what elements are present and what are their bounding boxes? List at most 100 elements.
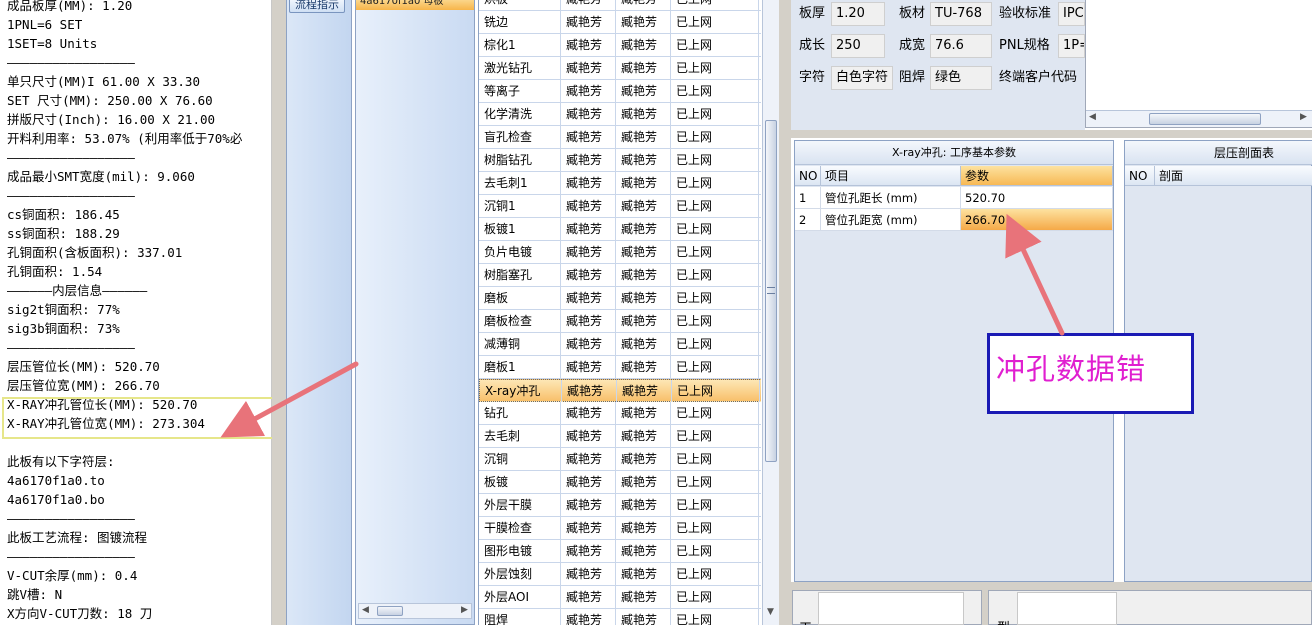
- table-cell-step: 化学清洗: [479, 103, 561, 125]
- table-row[interactable]: 减薄铜 臧艳芳 臧艳芳 已上网: [479, 333, 761, 356]
- table-row[interactable]: 去毛刺1 臧艳芳 臧艳芳 已上网: [479, 172, 761, 195]
- length-field[interactable]: 250: [831, 34, 885, 58]
- table-row[interactable]: 沉铜1 臧艳芳 臧艳芳 已上网: [479, 195, 761, 218]
- table-row-selected[interactable]: X-ray冲孔 臧艳芳 臧艳芳 已上网: [479, 379, 761, 402]
- table-row[interactable]: 干膜检查 臧艳芳 臧艳芳 已上网: [479, 517, 761, 540]
- col-header-item[interactable]: 项目: [821, 166, 961, 186]
- standard-label: 验收标准: [999, 6, 1052, 21]
- table-cell-person: 臧艳芳: [561, 11, 616, 33]
- table-row[interactable]: 外层AOI 臧艳芳 臧艳芳 已上网: [479, 586, 761, 609]
- table-row[interactable]: 钻孔 臧艳芳 臧艳芳 已上网: [479, 402, 761, 425]
- process-grid-vscrollbar[interactable]: ▼: [762, 0, 779, 625]
- table-row[interactable]: 等离子 臧艳芳 臧艳芳 已上网: [479, 80, 761, 103]
- log-line: ss铜面积: 188.29: [7, 226, 120, 241]
- scroll-left-icon[interactable]: ◀: [1089, 112, 1096, 122]
- table-row[interactable]: 树脂钻孔 臧艳芳 臧艳芳 已上网: [479, 149, 761, 172]
- table-cell-checker: 臧艳芳: [616, 333, 671, 355]
- mask-field[interactable]: 绿色: [930, 66, 992, 90]
- right-hscrollbar[interactable]: ◀ ▶: [1086, 110, 1312, 127]
- table-cell-item: 管位孔距宽 (mm): [821, 209, 961, 231]
- col-header-section[interactable]: 剖面: [1155, 166, 1312, 186]
- table-row[interactable]: 激光钻孔 臧艳芳 臧艳芳 已上网: [479, 57, 761, 80]
- table-cell-checker: 臧艳芳: [616, 517, 671, 539]
- table-row[interactable]: 烘板臧艳芳臧艳芳已上网: [479, 0, 761, 11]
- thickness-field[interactable]: 1.20: [831, 2, 885, 26]
- table-cell-step: 图形电镀: [479, 540, 561, 562]
- bottom-text-area[interactable]: [818, 592, 964, 625]
- table-row[interactable]: 磨板 臧艳芳 臧艳芳 已上网: [479, 287, 761, 310]
- order-list[interactable]: [355, 0, 475, 625]
- bottom-text-area-2[interactable]: [1017, 592, 1117, 625]
- table-row[interactable]: 图形电镀 臧艳芳 臧艳芳 已上网: [479, 540, 761, 563]
- table-row[interactable]: 磨板1 臧艳芳 臧艳芳 已上网: [479, 356, 761, 379]
- table-row[interactable]: 阻焊 臧艳芳 臧艳芳 已上网: [479, 609, 761, 625]
- log-line: 开料利用率: 53.07% (利用率低于70%必: [7, 131, 243, 146]
- splitter[interactable]: [791, 130, 1312, 138]
- material-field[interactable]: TU-768: [930, 2, 992, 26]
- order-list-hscrollbar[interactable]: ◀ ▶: [358, 603, 472, 619]
- table-cell-status: 已上网: [671, 333, 759, 355]
- standard-field[interactable]: IPC: [1058, 2, 1085, 26]
- log-line: 跳V槽: N: [7, 587, 63, 602]
- table-row[interactable]: 板镀1 臧艳芳 臧艳芳 已上网: [479, 218, 761, 241]
- log-text-panel[interactable]: 成品板厚(MM): 1.20 1PNL=6 SET 1SET=8 Units ————…: [0, 0, 272, 625]
- table-cell-checker: 臧艳芳: [616, 57, 671, 79]
- table-cell-step: 磨板检查: [479, 310, 561, 332]
- log-line: —————————————————: [7, 549, 135, 564]
- log-line: —————————————————: [7, 188, 135, 203]
- pnl-field[interactable]: 1P=: [1058, 34, 1085, 58]
- col-header-no[interactable]: NO: [795, 166, 821, 186]
- mask-label: 阻焊: [899, 70, 926, 85]
- table-cell-step: 去毛刺1: [479, 172, 561, 194]
- table-cell-status: 已上网: [671, 471, 759, 493]
- table-cell-checker: 臧艳芳: [616, 563, 671, 585]
- scroll-right-icon[interactable]: ▶: [461, 605, 468, 615]
- splitter[interactable]: [272, 0, 286, 625]
- order-list-item-selected[interactable]: 4a6170f1a0 母板: [356, 0, 474, 10]
- table-row[interactable]: 磨板检查 臧艳芳 臧艳芳 已上网: [479, 310, 761, 333]
- scroll-left-icon[interactable]: ◀: [362, 605, 369, 615]
- process-guide-button[interactable]: 流程指示: [289, 0, 345, 13]
- log-line: 孔铜面积: 1.54: [7, 264, 103, 279]
- table-cell-person: 臧艳芳: [561, 0, 616, 10]
- log-line: 4a6170f1a0.bo: [7, 492, 105, 507]
- table-cell-checker: 臧艳芳: [616, 310, 671, 332]
- table-row[interactable]: 树脂塞孔 臧艳芳 臧艳芳 已上网: [479, 264, 761, 287]
- col-header-no[interactable]: NO: [1125, 166, 1155, 186]
- table-row[interactable]: 去毛刺 臧艳芳 臧艳芳 已上网: [479, 425, 761, 448]
- table-cell-checker: 臧艳芳: [617, 380, 672, 402]
- col-header-param[interactable]: 参数: [961, 166, 1113, 186]
- char-field[interactable]: 白色字符: [831, 66, 893, 90]
- width-field[interactable]: 76.6: [930, 34, 992, 58]
- table-row[interactable]: 外层蚀刻 臧艳芳 臧艳芳 已上网: [479, 563, 761, 586]
- annotation-text: 冲孔数据错: [996, 352, 1147, 386]
- scroll-thumb[interactable]: [377, 606, 403, 616]
- table-row[interactable]: 盲孔检查 臧艳芳 臧艳芳 已上网: [479, 126, 761, 149]
- table-row[interactable]: 板镀 臧艳芳 臧艳芳 已上网: [479, 471, 761, 494]
- table-row[interactable]: 负片电镀 臧艳芳 臧艳芳 已上网: [479, 241, 761, 264]
- table-row[interactable]: 铣边 臧艳芳 臧艳芳 已上网: [479, 11, 761, 34]
- highlight-box: [2, 397, 278, 439]
- table-row[interactable]: 沉铜 臧艳芳 臧艳芳 已上网: [479, 448, 761, 471]
- table-cell-status: 已上网: [671, 34, 759, 56]
- pnl-label: PNL规格: [999, 38, 1050, 53]
- scroll-thumb[interactable]: [1149, 113, 1261, 125]
- table-cell-checker: 臧艳芳: [616, 448, 671, 470]
- right-top-list[interactable]: [1085, 0, 1312, 128]
- table-row[interactable]: 化学清洗 臧艳芳 臧艳芳 已上网: [479, 103, 761, 126]
- table-cell-person: 臧艳芳: [561, 149, 616, 171]
- customer-label: 终端客户代码: [999, 70, 1078, 85]
- layer-stack-title: 层压剖面表: [1125, 141, 1312, 165]
- table-row[interactable]: 外层干膜 臧艳芳 臧艳芳 已上网: [479, 494, 761, 517]
- scroll-down-icon[interactable]: ▼: [767, 607, 774, 617]
- scroll-right-icon[interactable]: ▶: [1300, 112, 1307, 122]
- table-cell-param[interactable]: 520.70: [961, 187, 1113, 209]
- table-cell-status: 已上网: [671, 149, 759, 171]
- table-cell-param-selected[interactable]: 266.70: [961, 209, 1113, 231]
- width-label: 成宽: [899, 38, 926, 53]
- splitter[interactable]: [779, 0, 791, 625]
- log-line: 此板工艺流程: 图镀流程: [7, 530, 148, 545]
- table-row[interactable]: 棕化1 臧艳芳 臧艳芳 已上网: [479, 34, 761, 57]
- table-cell-status: 已上网: [671, 195, 759, 217]
- log-line: 1SET=8 Units: [7, 36, 98, 51]
